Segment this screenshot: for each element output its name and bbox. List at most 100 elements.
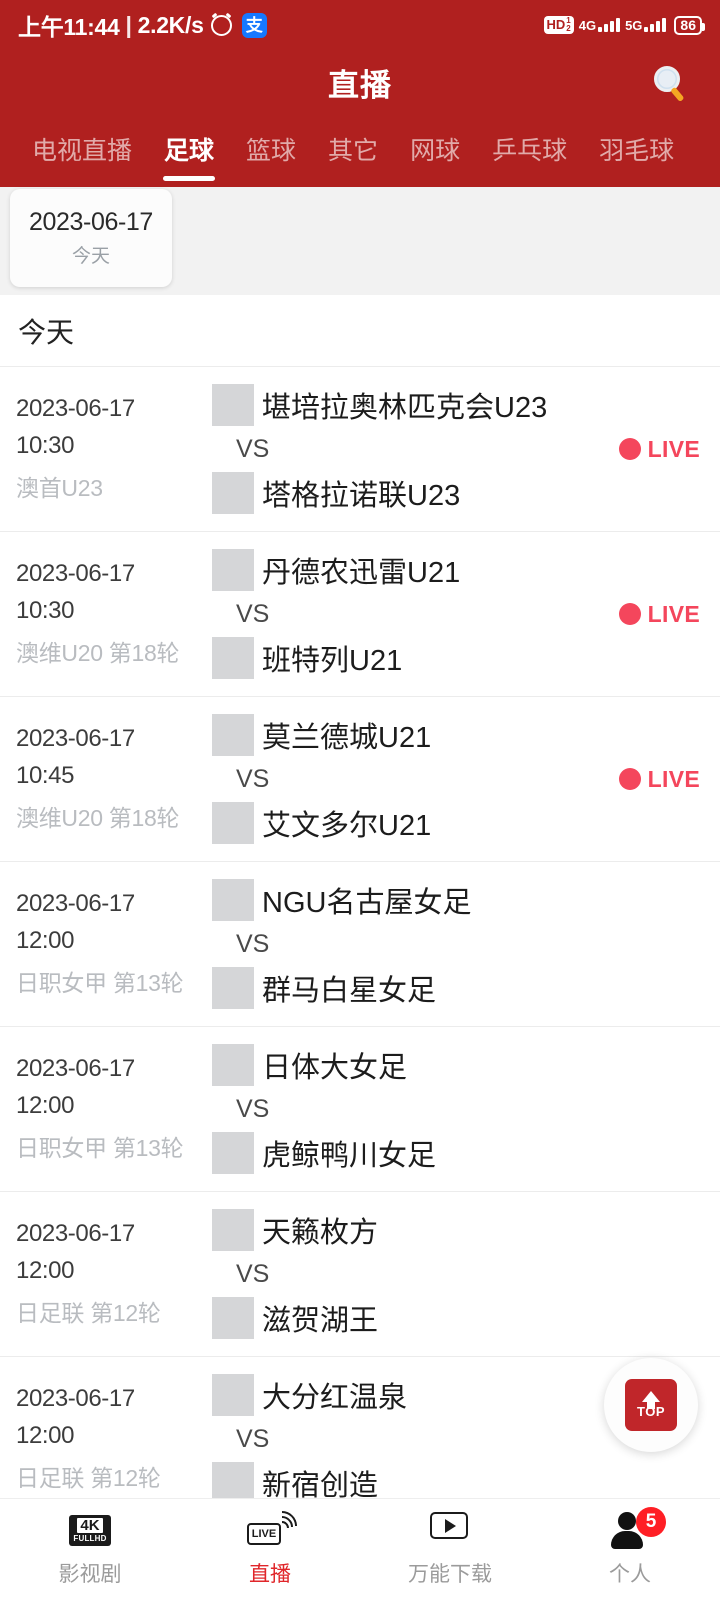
4k-fullhd-icon: 4K FULLHD bbox=[69, 1514, 111, 1546]
scroll-to-top-inner: TOP bbox=[625, 1379, 677, 1431]
tab-5[interactable]: 乒乓球 bbox=[476, 115, 583, 183]
live-badge[interactable]: LIVE bbox=[618, 766, 700, 793]
match-row[interactable]: 2023-06-17 12:00 日职女甲 第13轮 日体大女足 VS 虎鲸鸭川女足 bbox=[0, 1027, 720, 1192]
away-team-name: 艾文多尔U21 bbox=[262, 810, 432, 842]
nav-label: 个人 bbox=[609, 1563, 651, 1586]
nav-label: 万能下载 bbox=[408, 1563, 492, 1586]
search-icon[interactable] bbox=[648, 61, 692, 105]
away-team-logo bbox=[212, 967, 254, 1009]
tab-label: 乒乓球 bbox=[492, 137, 568, 165]
live-badge[interactable]: LIVE bbox=[618, 436, 700, 463]
vs-label: VS bbox=[236, 1424, 270, 1453]
network-speed: 2.2K/s bbox=[137, 11, 204, 38]
home-team-name: 日体大女足 bbox=[262, 1052, 408, 1084]
nav-item-0[interactable]: 4K FULLHD 影视剧 bbox=[0, 1499, 180, 1600]
home-team-line: 天籁枚方 bbox=[212, 1209, 578, 1251]
home-team-name: 丹德农迅雷U21 bbox=[262, 557, 461, 589]
tab-3[interactable]: 其它 bbox=[312, 115, 394, 183]
home-team-line: 日体大女足 bbox=[212, 1044, 578, 1086]
nav-item-1[interactable]: LIVE 直播 bbox=[180, 1499, 360, 1600]
signal-bars-icon-2 bbox=[644, 18, 667, 32]
match-meta: 2023-06-17 12:00 日职女甲 第13轮 bbox=[16, 890, 212, 998]
nav-label: 直播 bbox=[249, 1563, 291, 1586]
nav-item-2[interactable]: 万能下载 bbox=[360, 1499, 540, 1600]
match-status[interactable]: LIVE bbox=[578, 766, 706, 793]
match-time: 10:30 bbox=[16, 597, 75, 624]
match-date: 2023-06-17 bbox=[16, 560, 135, 587]
nav-icon-wrap bbox=[430, 1511, 470, 1549]
status-separator: | bbox=[125, 11, 132, 38]
match-teams: NGU名古屋女足 VS 群马白星女足 bbox=[212, 879, 578, 1009]
home-team-name: 莫兰德城U21 bbox=[262, 722, 432, 754]
away-team-line: 群马白星女足 bbox=[212, 967, 578, 1009]
away-team-name: 群马白星女足 bbox=[262, 975, 437, 1007]
live-label: LIVE bbox=[647, 600, 700, 627]
arrow-up-icon bbox=[642, 1391, 660, 1409]
match-teams: 堪培拉奥林匹克会U23 VS 塔格拉诺联U23 bbox=[212, 384, 578, 514]
match-list[interactable]: 2023-06-17 10:30 澳首U23 堪培拉奥林匹克会U23 VS 塔格拉诺联U2… bbox=[0, 367, 720, 1522]
live-badge[interactable]: LIVE bbox=[618, 600, 700, 628]
home-team-name: 天籁枚方 bbox=[262, 1217, 379, 1249]
match-status[interactable]: LIVE bbox=[578, 436, 706, 463]
match-status[interactable]: LIVE bbox=[578, 601, 706, 628]
match-league: 日足联 第12轮 bbox=[16, 1300, 161, 1326]
match-date: 2023-06-17 bbox=[16, 1385, 135, 1412]
app-root: 上午11:44 | 2.2K/s 支 HD 1 2 4G 5G 86 直播 电视… bbox=[0, 0, 720, 1600]
tab-1[interactable]: 足球 bbox=[148, 115, 230, 183]
away-team-line: 班特列U21 bbox=[212, 637, 578, 679]
vs-label: VS bbox=[236, 929, 270, 958]
match-date: 2023-06-17 bbox=[16, 1220, 135, 1247]
nav-label: 影视剧 bbox=[58, 1563, 122, 1586]
home-team-name: 堪培拉奥林匹克会U23 bbox=[262, 392, 548, 424]
match-date: 2023-06-17 bbox=[16, 890, 135, 917]
match-time: 12:00 bbox=[16, 1422, 75, 1449]
signal-5g-group: 5G bbox=[625, 18, 667, 33]
away-team-line: 塔格拉诺联U23 bbox=[212, 472, 578, 514]
page-title: 直播 bbox=[328, 68, 392, 103]
match-time: 12:00 bbox=[16, 1257, 75, 1284]
signal-bars-icon bbox=[598, 18, 621, 32]
vs-label: VS bbox=[236, 764, 270, 793]
alipay-icon: 支 bbox=[241, 12, 267, 38]
tab-0[interactable]: 电视直播 bbox=[16, 115, 148, 183]
match-meta: 2023-06-17 10:45 澳维U20 第18轮 bbox=[16, 725, 212, 833]
date-selector[interactable]: 2023-06-17 今天 bbox=[0, 187, 720, 295]
bottom-navigation[interactable]: 4K FULLHD 影视剧 LIVE 直播 万能下载 5 个人 bbox=[0, 1498, 720, 1600]
vs-label: VS bbox=[236, 434, 270, 463]
match-row[interactable]: 2023-06-17 10:30 澳首U23 堪培拉奥林匹克会U23 VS 塔格拉诺联U2… bbox=[0, 367, 720, 532]
category-tabs[interactable]: 电视直播 足球 篮球 其它 网球 乒乓球 羽毛球 bbox=[0, 115, 720, 183]
match-meta: 2023-06-17 12:00 日足联 第12轮 bbox=[16, 1220, 212, 1328]
match-meta: 2023-06-17 10:30 澳首U23 bbox=[16, 395, 212, 503]
status-bar-right: HD 1 2 4G 5G 86 bbox=[543, 15, 705, 35]
video-download-icon bbox=[430, 1512, 470, 1548]
away-team-name: 虎鲸鸭川女足 bbox=[262, 1140, 437, 1172]
match-teams: 大分红温泉 VS 新宿创造 bbox=[212, 1374, 578, 1504]
match-row[interactable]: 2023-06-17 10:45 澳维U20 第18轮 莫兰德城U21 VS 艾文多尔U2… bbox=[0, 697, 720, 862]
away-team-logo bbox=[212, 802, 254, 844]
date-chip-0[interactable]: 2023-06-17 今天 bbox=[10, 189, 172, 287]
scroll-to-top-button[interactable]: TOP bbox=[604, 1358, 698, 1452]
away-team-name: 班特列U21 bbox=[262, 645, 403, 677]
home-team-name: NGU名古屋女足 bbox=[262, 887, 472, 919]
match-row[interactable]: 2023-06-17 12:00 日职女甲 第13轮 NGU名古屋女足 VS 群马白星女足 bbox=[0, 862, 720, 1027]
away-team-line: 滋贺湖王 bbox=[212, 1297, 578, 1339]
home-team-line: NGU名古屋女足 bbox=[212, 879, 578, 921]
date-chip-label: 今天 bbox=[71, 246, 110, 267]
tab-4[interactable]: 网球 bbox=[394, 115, 476, 183]
match-row[interactable]: 2023-06-17 10:30 澳维U20 第18轮 丹德农迅雷U21 VS 班特列U2… bbox=[0, 532, 720, 697]
alarm-clock-icon bbox=[210, 14, 232, 36]
home-team-logo bbox=[212, 1209, 254, 1251]
match-row[interactable]: 2023-06-17 12:00 日足联 第12轮 天籁枚方 VS 滋贺湖王 bbox=[0, 1192, 720, 1357]
away-team-line: 虎鲸鸭川女足 bbox=[212, 1132, 578, 1174]
match-meta: 2023-06-17 10:30 澳维U20 第18轮 bbox=[16, 560, 212, 668]
match-meta: 2023-06-17 12:00 日职女甲 第13轮 bbox=[16, 1055, 212, 1163]
tab-2[interactable]: 篮球 bbox=[230, 115, 312, 183]
vs-label: VS bbox=[236, 599, 270, 628]
nav-item-3[interactable]: 5 个人 bbox=[540, 1499, 720, 1600]
match-time: 12:00 bbox=[16, 927, 75, 954]
match-teams: 日体大女足 VS 虎鲸鸭川女足 bbox=[212, 1044, 578, 1174]
nav-icon-wrap: 5 bbox=[608, 1507, 666, 1549]
home-team-logo bbox=[212, 549, 254, 591]
home-team-logo bbox=[212, 1044, 254, 1086]
tab-6[interactable]: 羽毛球 bbox=[583, 115, 690, 183]
